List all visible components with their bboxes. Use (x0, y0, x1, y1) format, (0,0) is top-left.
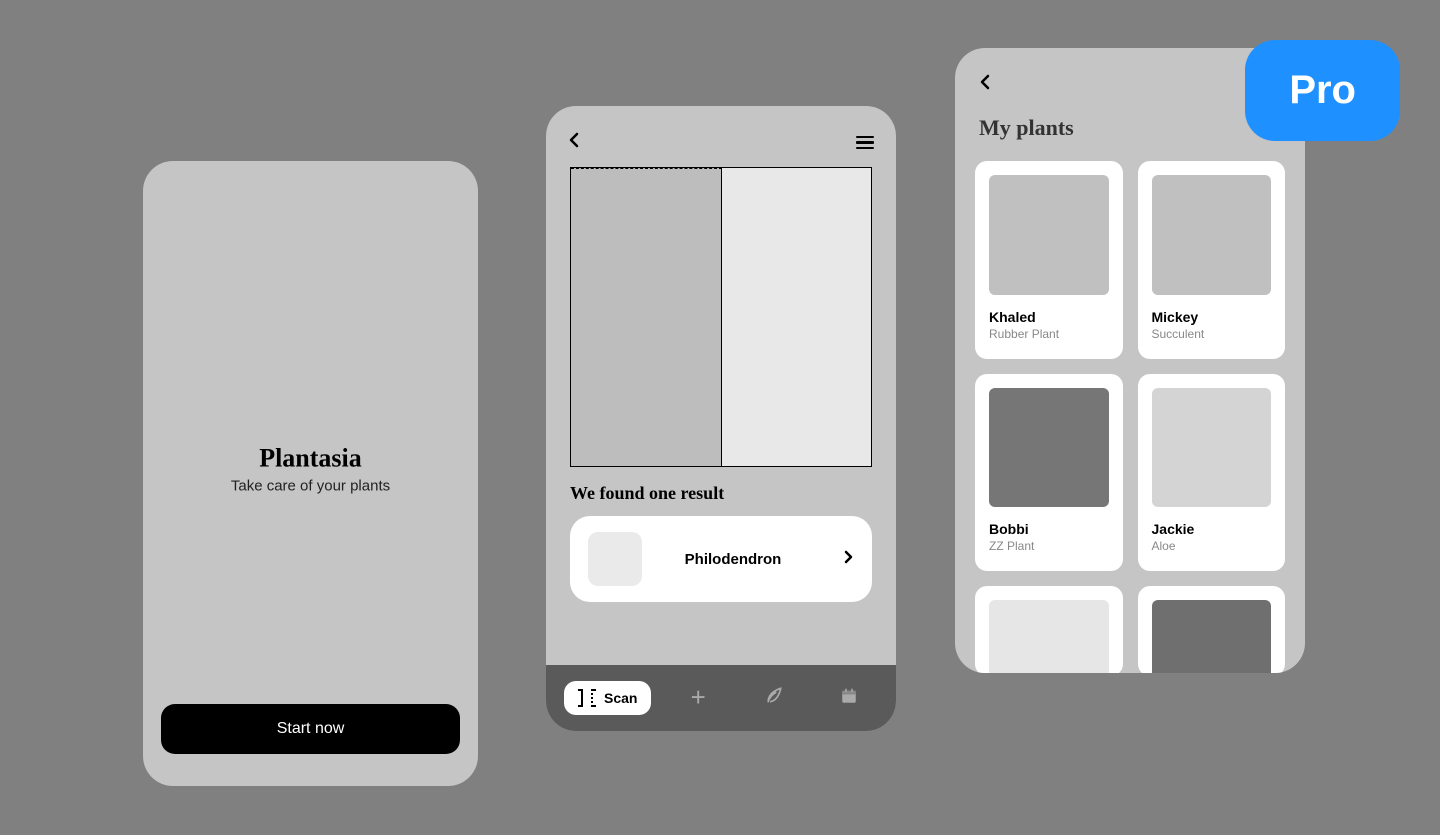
welcome-center: Plantasia Take care of your plants (143, 443, 478, 494)
scan-header (546, 106, 896, 167)
back-icon[interactable] (568, 132, 580, 153)
plant-image (1152, 600, 1272, 673)
plant-card[interactable] (1138, 586, 1286, 673)
plant-card[interactable] (975, 586, 1123, 673)
app-title: Plantasia (143, 443, 478, 473)
plant-card[interactable]: Bobbi ZZ Plant (975, 374, 1123, 572)
plants-title: My plants (979, 115, 1285, 141)
plant-image (1152, 175, 1272, 295)
scan-screen: We found one result Philodendron Scan + (546, 106, 896, 731)
scan-right-pane (722, 168, 872, 466)
plant-name: Jackie (1152, 521, 1272, 537)
bottom-nav: Scan + (546, 665, 896, 731)
plant-name: Mickey (1152, 309, 1272, 325)
plants-grid: Khaled Rubber Plant Mickey Succulent Bob… (975, 161, 1285, 673)
leaf-icon (764, 685, 784, 705)
welcome-screen: Plantasia Take care of your plants Start… (143, 161, 478, 786)
scan-viewport (570, 167, 872, 467)
plant-name: Khaled (989, 309, 1109, 325)
nav-plants-button[interactable] (745, 685, 803, 711)
plant-species: Aloe (1152, 539, 1272, 553)
plant-image (989, 388, 1109, 508)
result-heading: We found one result (570, 483, 872, 504)
chevron-right-icon (844, 550, 854, 569)
scan-left-pane (571, 168, 722, 466)
menu-icon[interactable] (856, 136, 874, 150)
plant-species: ZZ Plant (989, 539, 1109, 553)
back-icon[interactable] (979, 74, 1285, 95)
plus-icon: + (691, 682, 706, 712)
calendar-icon (840, 687, 858, 705)
plant-card[interactable]: Khaled Rubber Plant (975, 161, 1123, 359)
start-button[interactable]: Start now (161, 704, 460, 754)
nav-add-button[interactable]: + (669, 684, 727, 712)
nav-scan-label: Scan (604, 690, 637, 706)
scan-icon (578, 689, 596, 707)
nav-calendar-button[interactable] (821, 685, 879, 711)
result-card[interactable]: Philodendron (570, 516, 872, 602)
plant-name: Bobbi (989, 521, 1109, 537)
result-name: Philodendron (656, 551, 830, 568)
plant-species: Succulent (1152, 327, 1272, 341)
nav-scan-button[interactable]: Scan (564, 681, 651, 715)
plant-card[interactable]: Jackie Aloe (1138, 374, 1286, 572)
plant-image (989, 175, 1109, 295)
plant-card[interactable]: Mickey Succulent (1138, 161, 1286, 359)
pro-badge: Pro (1245, 40, 1400, 141)
result-thumbnail (588, 532, 642, 586)
app-subtitle: Take care of your plants (143, 477, 478, 494)
plant-species: Rubber Plant (989, 327, 1109, 341)
plants-screen: My plants Khaled Rubber Plant Mickey Suc… (955, 48, 1305, 673)
plant-image (1152, 388, 1272, 508)
plant-image (989, 600, 1109, 673)
